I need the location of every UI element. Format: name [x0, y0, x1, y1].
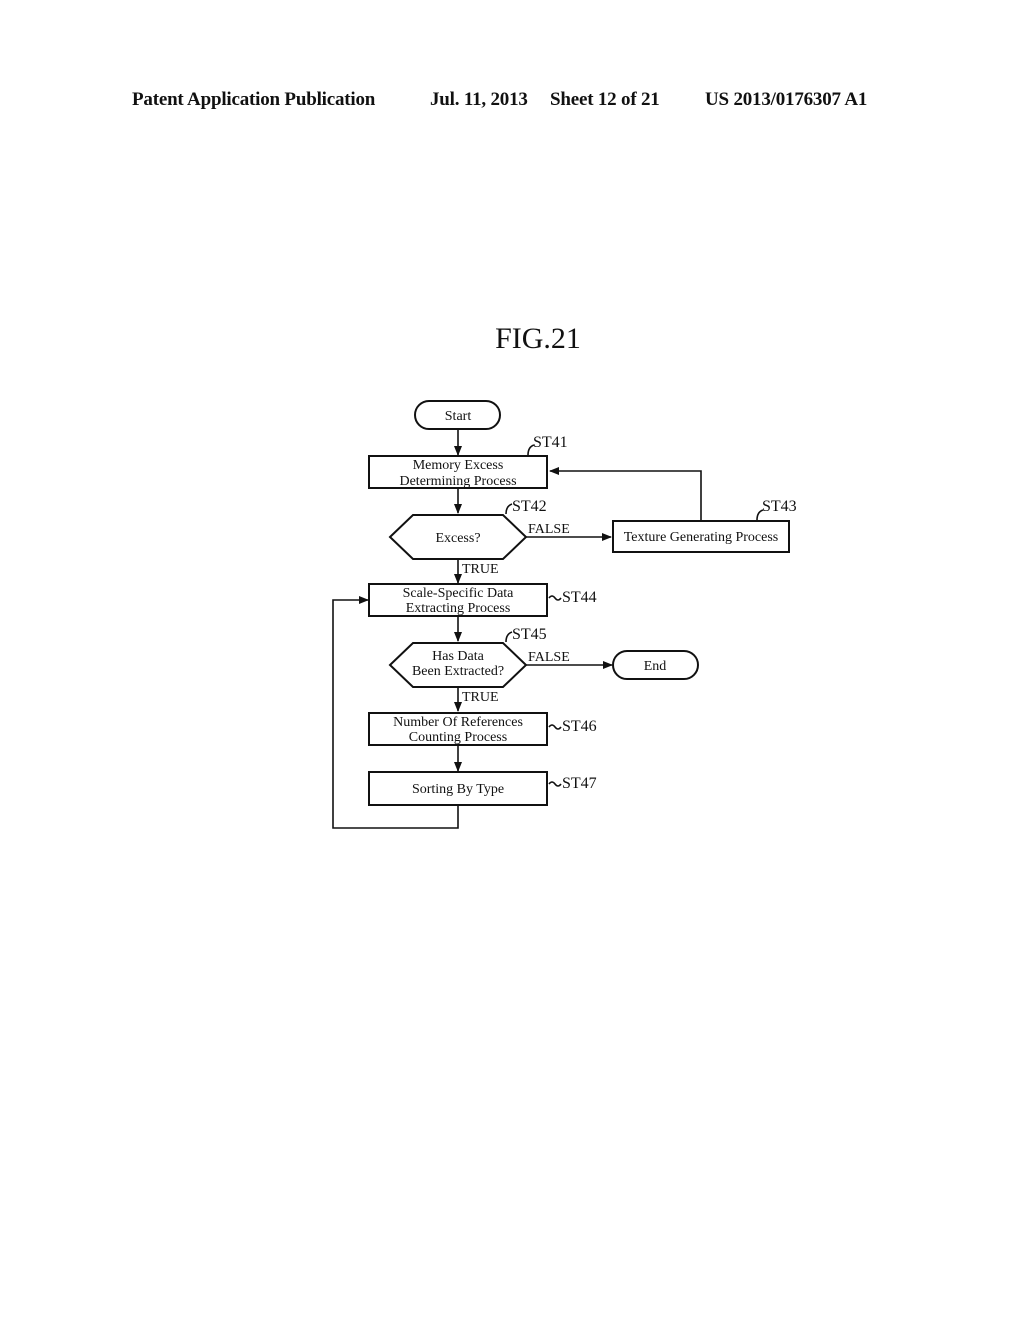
st45-line-2: Been Extracted? [412, 664, 504, 679]
st41-line-2: Determining Process [399, 474, 516, 489]
node-start: Start [414, 400, 501, 430]
end-label: End [644, 659, 667, 674]
st44-line-1: Scale-Specific Data [403, 586, 515, 601]
st43-line-1: Texture Generating Process [624, 530, 779, 545]
st42-false-label: FALSE [528, 522, 570, 537]
node-st44: Scale-Specific Data Extracting Process S… [368, 583, 597, 617]
st42-step-label: ST42 [512, 498, 547, 515]
st45-step-label: ST45 [512, 626, 547, 643]
edge-st43-st41 [549, 467, 702, 521]
st46-line-1: Number Of References [393, 715, 523, 730]
st44-step-label: ST44 [562, 589, 597, 606]
node-st43: Texture Generating Process ST43 [612, 498, 797, 553]
st45-true-label: TRUE [462, 690, 499, 705]
st45-line-1: Has Data [432, 649, 484, 664]
st46-step-label: ST46 [562, 718, 597, 735]
st44-leader [548, 595, 562, 601]
st47-line-1: Sorting By Type [412, 782, 504, 797]
st47-leader [548, 781, 562, 787]
st43-step-label: ST43 [762, 498, 797, 515]
node-st41: Memory Excess Determining Process ST41 [368, 434, 568, 489]
st42-true-label: TRUE [462, 562, 499, 577]
node-end: End [612, 650, 699, 680]
st45-false-label: FALSE [528, 650, 570, 665]
node-st47: Sorting By Type ST47 [368, 771, 597, 806]
st44-line-2: Extracting Process [406, 601, 511, 616]
st42-question: Excess? [435, 531, 480, 546]
start-label: Start [445, 409, 472, 424]
flowchart: Start Memory Excess Determining Process … [332, 400, 797, 829]
node-st46: Number Of References Counting Process ST… [368, 712, 597, 746]
st46-line-2: Counting Process [409, 730, 507, 745]
st46-leader [548, 724, 562, 730]
st41-step-label: ST41 [533, 434, 568, 451]
st41-line-1: Memory Excess [413, 458, 504, 473]
st47-step-label: ST47 [562, 775, 597, 792]
